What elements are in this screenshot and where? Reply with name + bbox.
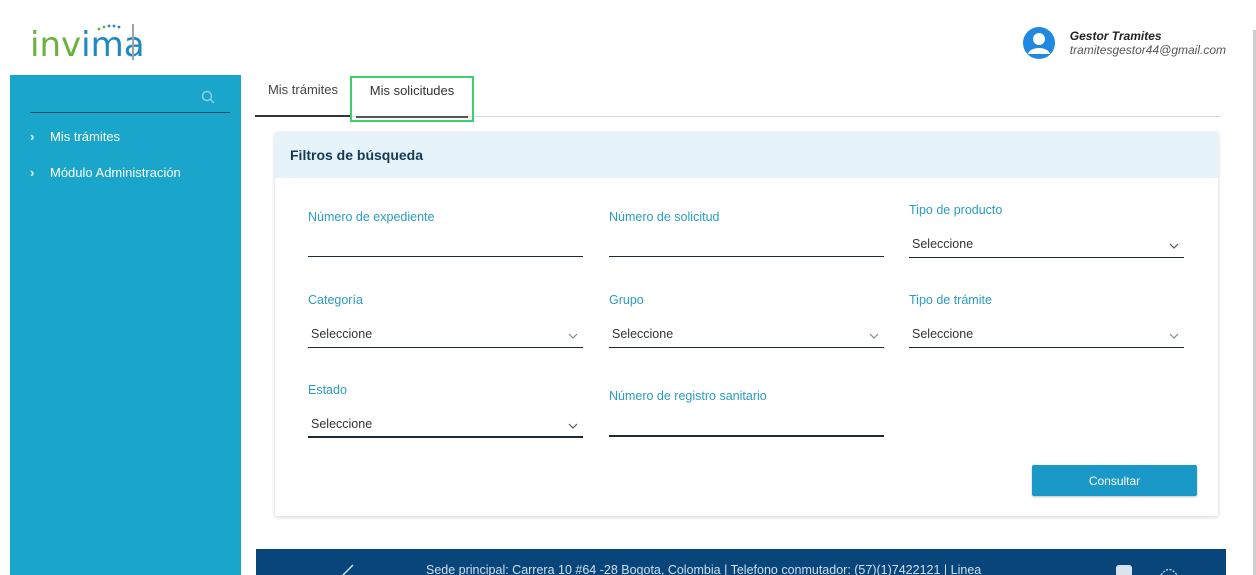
tab-mis-tramites[interactable]: Mis trámites [255,75,351,117]
footer-swoosh-icon [342,564,354,575]
chevron-right-icon: › [30,165,35,180]
sidebar-search-input[interactable] [30,85,230,113]
select-value: Seleccione [311,327,373,341]
categoria-select[interactable]: Categoría Seleccione [308,293,583,351]
app-header: invima Gestor Tramites tramitesgestor44@… [0,0,1256,75]
field-label: Número de registro sanitario [609,389,767,403]
field-label: Categoría [308,293,363,307]
footer-seal-icon [1160,568,1178,575]
tipo-tramite-select[interactable]: Tipo de trámite Seleccione [909,293,1184,351]
consultar-button[interactable]: Consultar [1032,465,1197,496]
footer-logo-icon [1116,565,1132,575]
tab-label: Mis trámites [267,81,339,97]
field-underline [909,257,1184,258]
field-underline [308,256,583,257]
chevron-down-icon [568,423,578,429]
card-header: Filtros de búsqueda [275,132,1218,178]
user-name: Gestor Tramites [1069,29,1162,43]
logo-divider [132,24,134,60]
select-value: Seleccione [912,237,974,251]
field-underline [609,347,884,348]
chevron-down-icon [1169,243,1179,249]
invima-logo[interactable]: invima [30,22,145,62]
sidebar-item-modulo-administracion[interactable]: › Módulo Administración [30,165,181,180]
page-footer: Sede principal: Carrera 10 #64 -28 Bogot… [256,549,1226,575]
sidebar-item-mis-tramites[interactable]: › Mis trámites [30,129,120,144]
estado-select[interactable]: Estado Seleccione [308,383,583,441]
select-value: Seleccione [612,327,674,341]
chevron-right-icon: › [30,129,35,144]
field-label: Número de expediente [308,210,435,224]
tab-underline [356,116,468,118]
user-email: tramitesgestor44@gmail.com [1069,43,1226,57]
card-title: Filtros de búsqueda [290,147,424,163]
numero-solicitud-field[interactable]: Número de solicitud [609,210,884,260]
field-underline [308,347,583,348]
chevron-down-icon [568,333,578,339]
chevron-down-icon [1169,333,1179,339]
field-underline [609,256,884,257]
field-label: Tipo de producto [909,203,1003,217]
field-underline [308,436,583,438]
field-underline [609,435,884,437]
field-label: Tipo de trámite [909,293,992,307]
logo-wordmark: invima [30,25,145,65]
field-label: Estado [308,383,347,397]
grupo-select[interactable]: Grupo Seleccione [609,293,884,351]
search-icon[interactable] [200,89,216,105]
tipo-producto-select[interactable]: Tipo de producto Seleccione [909,203,1184,261]
numero-expediente-field[interactable]: Número de expediente [308,210,583,260]
select-value: Seleccione [912,327,974,341]
user-avatar-icon [1022,27,1055,59]
sidebar: › Mis trámites › Módulo Administración [10,75,241,575]
registro-sanitario-field[interactable]: Número de registro sanitario [609,389,884,441]
logo-dots-icon [97,24,121,31]
field-label: Número de solicitud [609,210,720,224]
sidebar-item-label: Módulo Administración [50,165,181,180]
user-profile[interactable]: Gestor Tramites tramitesgestor44@gmail.c… [1022,26,1226,60]
chevron-down-icon [869,333,879,339]
sidebar-item-label: Mis trámites [50,129,121,144]
footer-address: Sede principal: Carrera 10 #64 -28 Bogot… [426,563,982,575]
select-value: Seleccione [311,417,373,431]
field-label: Grupo [609,293,644,307]
field-underline [909,347,1184,348]
